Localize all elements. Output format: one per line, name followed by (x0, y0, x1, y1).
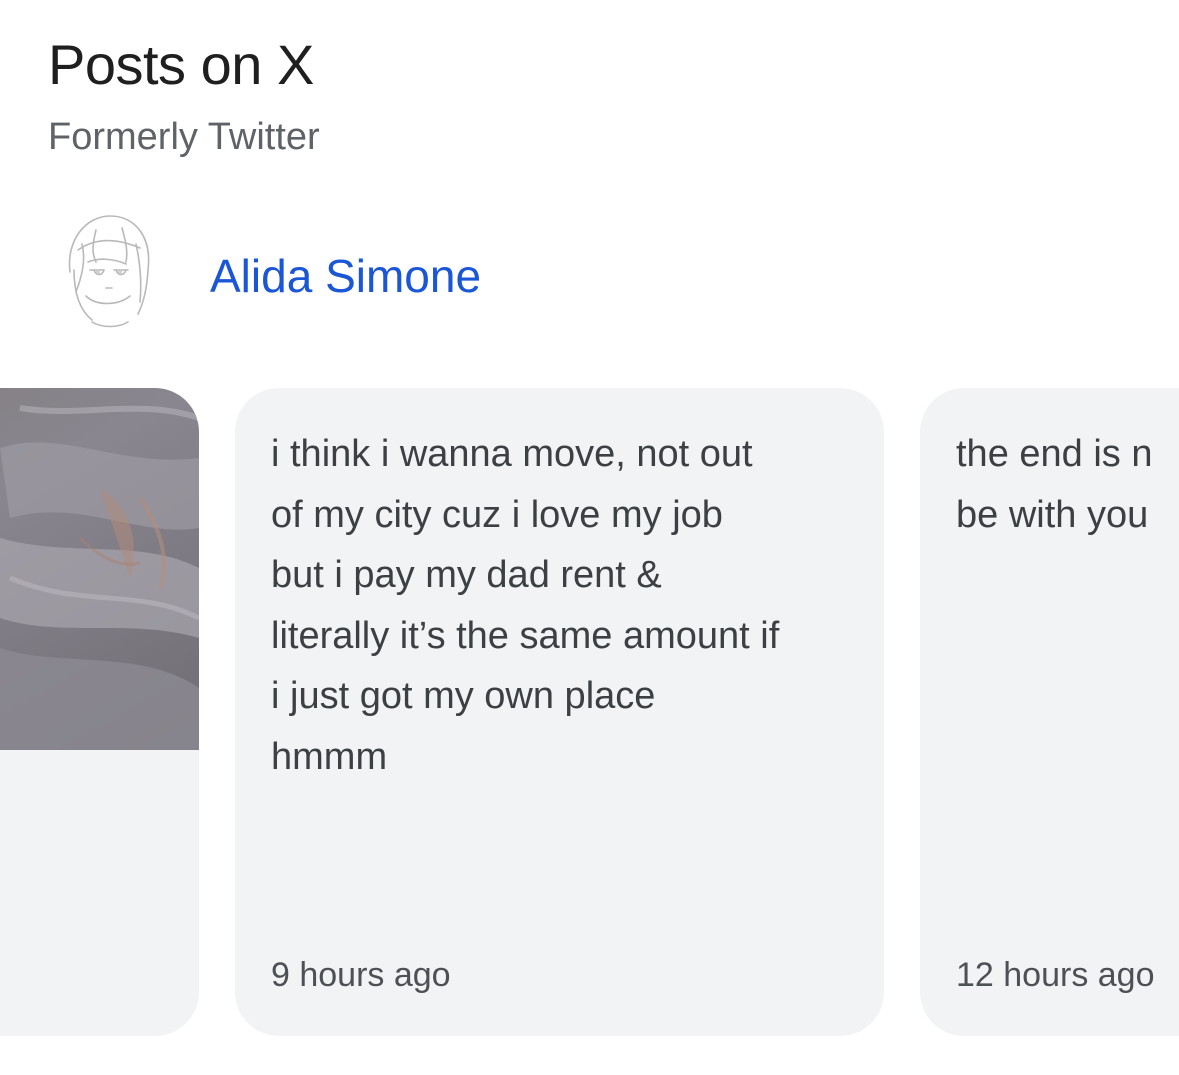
author-name-link[interactable]: Alida Simone (210, 248, 481, 304)
post-card-image[interactable] (0, 388, 199, 1036)
fabric-photo-icon (0, 388, 199, 750)
avatar[interactable] (52, 210, 164, 332)
post-timestamp: 9 hours ago (271, 956, 451, 994)
section-subtitle: Formerly Twitter (48, 116, 320, 158)
post-card[interactable]: the end is n be with you 12 hours ago (920, 388, 1179, 1036)
post-timestamp: 12 hours ago (956, 956, 1155, 994)
post-card[interactable]: i think i wanna move, not out of my city… (235, 388, 884, 1036)
section-title: Posts on X (48, 33, 314, 96)
post-text: i think i wanna move, not out of my city… (271, 433, 780, 778)
post-text: the end is n be with you (956, 433, 1153, 536)
x-posts-panel: Posts on X Formerly Twitter Alida Simone… (0, 0, 1179, 1075)
posts-carousel[interactable]: i think i wanna move, not out of my city… (0, 388, 1179, 1036)
sketch-portrait-avatar-icon (52, 210, 164, 332)
